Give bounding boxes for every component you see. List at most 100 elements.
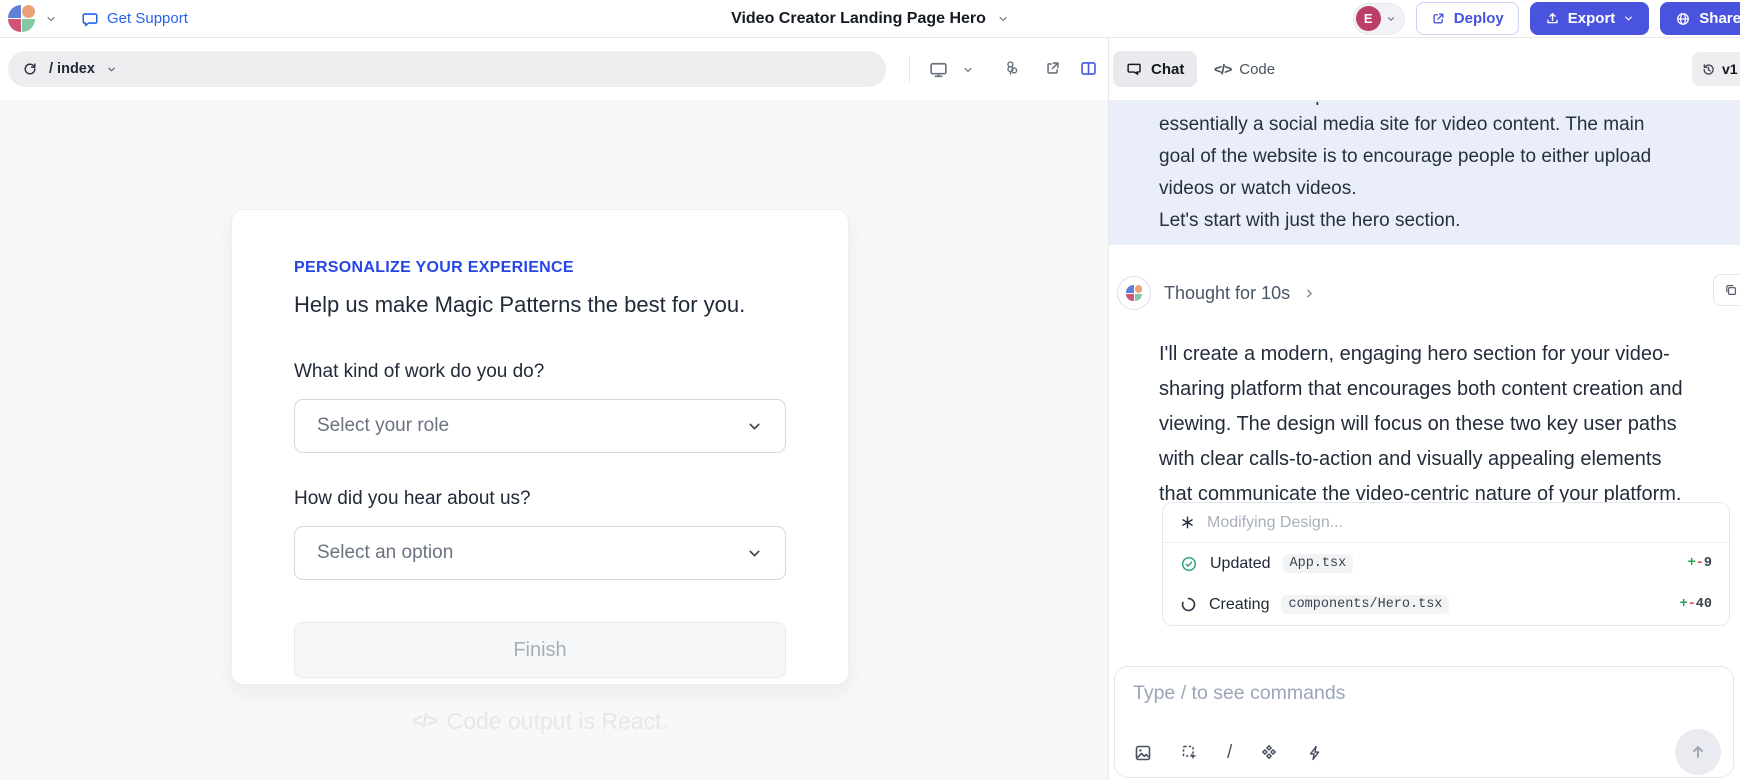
magic-patterns-logo-icon [1126, 285, 1142, 301]
toolbar-divider [909, 56, 910, 82]
question-work-label: What kind of work do you do? [294, 360, 786, 384]
chevron-down-icon [746, 545, 763, 562]
preview-toolbar: / index Chat </> Code [0, 38, 1740, 101]
brand-menu[interactable] [8, 5, 57, 33]
magic-patterns-logo-icon [8, 5, 36, 33]
user-message-clipped-line: that lets creators upload and share thei… [1159, 102, 1740, 109]
chevron-down-icon [746, 418, 763, 435]
version-dropdown[interactable]: v1 [1692, 52, 1740, 86]
split-panel-icon[interactable] [1079, 59, 1098, 78]
diff-minus: - [1696, 556, 1704, 571]
chat-input-toolbar: / [1133, 742, 1324, 764]
code-output-watermark: </> Code output is React. [231, 708, 849, 735]
copy-icon [1723, 282, 1739, 298]
chat-bubble-icon [81, 10, 99, 28]
chevron-down-icon [1623, 13, 1634, 24]
diff-counts: + - 40 [1680, 597, 1712, 612]
diff-count: 40 [1696, 597, 1712, 612]
arrow-up-icon [1689, 743, 1707, 761]
page-title: Video Creator Landing Page Hero [731, 10, 986, 28]
chevron-down-icon[interactable] [106, 64, 117, 75]
assistant-message-line: I'll create a modern, engaging hero sect… [1159, 337, 1683, 372]
chat-input[interactable]: Type / to see commands / [1114, 666, 1734, 778]
user-message-line: goal of the website is to encourage peop… [1159, 141, 1740, 173]
header-actions: E Deploy Export [1353, 2, 1740, 35]
share-button[interactable]: Share [1660, 2, 1740, 35]
role-select[interactable]: Select your role [294, 399, 786, 453]
deploy-label: Deploy [1454, 10, 1504, 27]
external-link-icon [1431, 11, 1446, 26]
version-label: v1 [1722, 61, 1738, 77]
role-select-placeholder: Select your role [317, 415, 449, 437]
copy-message-button[interactable] [1713, 274, 1740, 306]
thought-label: Thought for 10s [1164, 283, 1290, 304]
lightning-icon[interactable] [1306, 744, 1324, 762]
code-icon: </> [1214, 61, 1231, 77]
chevron-down-icon [997, 13, 1009, 25]
select-element-icon[interactable] [1180, 743, 1200, 763]
task-progress-card: Modifying Design... Updated App.tsx + - … [1162, 502, 1730, 626]
export-button[interactable]: Export [1530, 2, 1650, 35]
address-bar[interactable]: / index [8, 51, 886, 87]
chevron-down-icon [1386, 14, 1396, 24]
chevron-right-icon [1303, 287, 1316, 300]
chat-input-placeholder: Type / to see commands [1133, 682, 1345, 705]
task-action: Updated [1210, 555, 1271, 573]
chevron-down-icon[interactable] [45, 13, 57, 25]
code-tab-label: Code [1239, 61, 1275, 78]
assistant-avatar [1117, 276, 1151, 310]
history-icon [1701, 62, 1716, 77]
card-headline: Help us make Magic Patterns the best for… [294, 290, 786, 320]
figma-icon[interactable] [1002, 59, 1021, 78]
task-header: Modifying Design... [1163, 503, 1729, 542]
globe-icon [1675, 11, 1691, 27]
tab-chat[interactable]: Chat [1113, 51, 1197, 87]
chat-bubble-icon [1126, 61, 1143, 78]
card-eyebrow: PERSONALIZE YOUR EXPERIENCE [294, 258, 786, 277]
task-action: Creating [1209, 596, 1269, 614]
spinner-icon [1180, 596, 1197, 613]
chevron-down-icon[interactable] [962, 64, 974, 76]
deploy-button[interactable]: Deploy [1416, 2, 1519, 35]
hear-about-select[interactable]: Select an option [294, 526, 786, 580]
refresh-icon[interactable] [22, 61, 38, 77]
assistant-message-line: sharing platform that encourages both co… [1159, 372, 1683, 407]
attach-image-icon[interactable] [1133, 743, 1153, 763]
avatar: E [1356, 6, 1381, 31]
user-message-line: Let's start with just the hero section. [1159, 205, 1740, 237]
app-window: Get Support Video Creator Landing Page H… [0, 0, 1740, 780]
get-support-label: Get Support [107, 10, 188, 27]
diff-minus: - [1688, 597, 1696, 612]
get-support-link[interactable]: Get Support [81, 10, 188, 28]
viewport-monitor-icon[interactable] [928, 59, 949, 80]
user-message-line: videos or watch videos. [1159, 173, 1740, 205]
send-button[interactable] [1675, 729, 1721, 775]
file-chip: App.tsx [1283, 554, 1354, 573]
tab-code[interactable]: </> Code [1214, 51, 1275, 87]
project-title-dropdown[interactable]: Video Creator Landing Page Hero [731, 0, 1009, 37]
thought-toggle[interactable]: Thought for 10s [1117, 276, 1316, 310]
share-label: Share [1699, 10, 1740, 27]
account-menu[interactable]: E [1353, 3, 1405, 35]
assistant-message-line: viewing. The design will focus on these … [1159, 407, 1683, 442]
preview-canvas: PERSONALIZE YOUR EXPERIENCE Help us make… [0, 100, 1108, 780]
hear-about-placeholder: Select an option [317, 542, 453, 564]
task-header-label: Modifying Design... [1207, 514, 1343, 532]
user-message-bubble: that lets creators upload and share thei… [1109, 100, 1740, 245]
route-path[interactable]: / index [49, 61, 95, 77]
user-message-line: essentially a social media site for vide… [1159, 109, 1740, 141]
open-in-new-icon[interactable] [1044, 59, 1062, 77]
upload-icon [1545, 11, 1560, 26]
export-label: Export [1568, 10, 1616, 27]
assistant-message-line: with clear calls-to-action and visually … [1159, 442, 1683, 477]
diff-plus: + [1688, 556, 1696, 571]
task-row: Creating components/Hero.tsx + - 40 [1163, 584, 1729, 625]
slash-command-icon[interactable]: / [1227, 742, 1232, 764]
finish-button[interactable]: Finish [294, 622, 786, 678]
diff-counts: + - 9 [1688, 556, 1712, 571]
diff-count: 9 [1704, 556, 1712, 571]
components-icon[interactable] [1259, 743, 1279, 763]
onboarding-card: PERSONALIZE YOUR EXPERIENCE Help us make… [231, 209, 849, 685]
top-header: Get Support Video Creator Landing Page H… [0, 0, 1740, 38]
task-row: Updated App.tsx + - 9 [1163, 543, 1729, 584]
